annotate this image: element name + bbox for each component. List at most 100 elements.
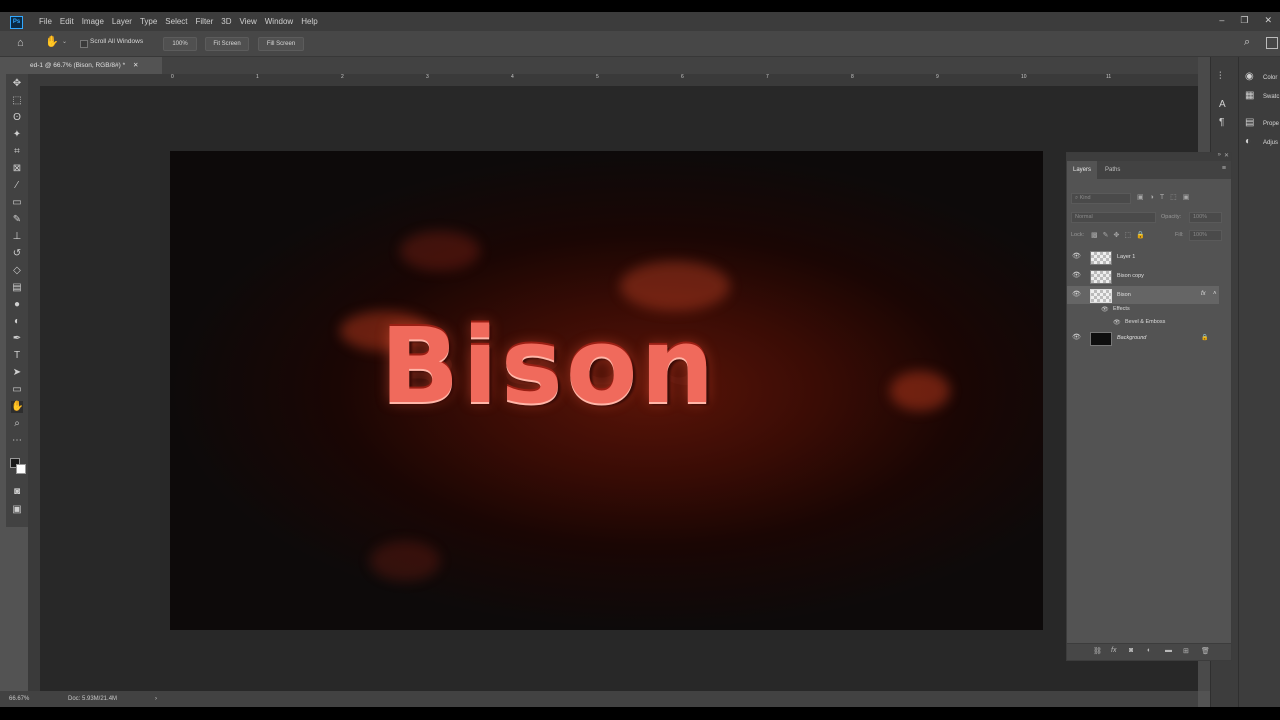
menu-view[interactable]: View (236, 15, 261, 28)
filter-icons[interactable]: ▣◑T⬚▣ (1137, 193, 1195, 201)
restore-button[interactable]: ❐ (1240, 15, 1248, 26)
properties-panel-label[interactable]: Prope (1263, 121, 1279, 127)
bevel-eye-icon[interactable]: 👁 (1113, 319, 1121, 326)
link-layers-icon[interactable]: ⛓ (1093, 647, 1102, 655)
document-canvas[interactable]: Bison Bison (170, 151, 1043, 630)
fx-badge[interactable]: fx (1201, 291, 1206, 297)
bevel-emboss-row[interactable]: 👁 Bevel & Emboss (1067, 318, 1219, 329)
quick-mask-icon[interactable]: ◙ (11, 486, 23, 498)
fit-screen-button[interactable]: Fit Screen (205, 37, 249, 51)
new-layer-icon[interactable]: ⊞ (1183, 647, 1189, 655)
magic-wand-tool-icon[interactable]: ✦ (11, 129, 23, 141)
move-tool-icon[interactable]: ✥ (11, 78, 23, 90)
visibility-eye-icon[interactable]: 👁 (1072, 291, 1081, 299)
scroll-all-windows-checkbox[interactable] (80, 40, 88, 48)
more-tools-icon[interactable]: ⋯ (11, 435, 23, 447)
panel-header[interactable]: » ✕ (1067, 152, 1231, 161)
menu-filter[interactable]: Filter (192, 15, 218, 28)
menu-layer[interactable]: Layer (108, 15, 136, 28)
brush-tool-icon[interactable]: ✎ (11, 214, 23, 226)
swatches-icon[interactable]: ▦ (1245, 90, 1254, 102)
eyedropper-tool-icon[interactable]: ⁄ (11, 180, 23, 192)
collapse-icon[interactable]: » (1218, 152, 1221, 158)
frame-tool-icon[interactable]: ⊠ (11, 163, 23, 175)
dodge-tool-icon[interactable]: ◐ (11, 316, 23, 328)
lock-icons[interactable]: ▩✎✥⬚🔒 (1091, 231, 1150, 239)
blur-tool-icon[interactable]: ● (11, 299, 23, 311)
zoom-tool-icon[interactable]: ⌕ (11, 418, 23, 430)
zoom-level[interactable]: 66.67% (9, 691, 29, 707)
layer-row-selected[interactable]: 👁 Bison fx ˄ (1067, 286, 1219, 304)
menu-file[interactable]: File (35, 15, 56, 28)
visibility-eye-icon[interactable]: 👁 (1072, 334, 1081, 342)
opacity-input[interactable]: 100% (1189, 212, 1222, 223)
menu-edit[interactable]: Edit (56, 15, 78, 28)
trash-icon[interactable]: 🗑 (1201, 647, 1210, 655)
tab-close-icon[interactable]: ✕ (133, 62, 138, 69)
effects-eye-icon[interactable]: 👁 (1101, 306, 1109, 313)
add-mask-icon[interactable]: ◙ (1129, 647, 1133, 654)
menu-help[interactable]: Help (297, 15, 321, 28)
menu-type[interactable]: Type (136, 15, 161, 28)
document-tab[interactable]: ed-1 @ 66.7% (Bison, RGB/8#) * ✕ (28, 57, 162, 74)
layer-kind-filter[interactable]: ⌕ Kind (1071, 193, 1131, 204)
layer-row[interactable]: 👁 Layer 1 (1067, 248, 1219, 266)
hand-tool-preset-icon[interactable]: ✋ (45, 35, 59, 48)
adjustments-panel-label[interactable]: Adjus (1263, 140, 1278, 146)
adjustments-icon[interactable]: ◐ (1245, 136, 1251, 148)
healing-brush-icon[interactable]: ▭ (11, 197, 23, 209)
visibility-eye-icon[interactable]: 👁 (1072, 272, 1081, 280)
zoom-100-button[interactable]: 100% (163, 37, 197, 51)
character-icon[interactable]: A (1219, 99, 1226, 111)
menu-select[interactable]: Select (161, 15, 191, 28)
search-icon[interactable]: ⌕ (1244, 36, 1250, 49)
clone-stamp-icon[interactable]: ⊥ (11, 231, 23, 243)
menu-window[interactable]: Window (261, 15, 297, 28)
chevron-up-icon[interactable]: ˄ (1213, 291, 1217, 297)
document-tab-bar: ed-1 @ 66.7% (Bison, RGB/8#) * ✕ (28, 57, 1198, 74)
layer-row[interactable]: 👁 Background 🔒 (1067, 329, 1219, 347)
visibility-eye-icon[interactable]: 👁 (1072, 253, 1081, 261)
crop-tool-icon[interactable]: ⌗ (11, 146, 23, 158)
pen-tool-icon[interactable]: ✒ (11, 333, 23, 345)
properties-icon[interactable]: ▤ (1245, 117, 1254, 129)
blend-mode-select[interactable]: Normal (1071, 212, 1156, 223)
color-panel-label[interactable]: Color (1263, 75, 1277, 81)
close-icon[interactable]: ✕ (1224, 152, 1229, 159)
panel-menu-icon[interactable]: ≡ (1222, 165, 1226, 172)
menu-3d[interactable]: 3D (217, 15, 235, 28)
layer-row[interactable]: 👁 Bison copy (1067, 267, 1219, 285)
gradient-tool-icon[interactable]: ▤ (11, 282, 23, 294)
effects-row[interactable]: 👁 Effects (1067, 305, 1219, 316)
fill-input[interactable]: 100% (1189, 230, 1222, 241)
screen-mode-icon[interactable]: ▣ (11, 504, 23, 516)
add-style-icon[interactable]: fx (1111, 647, 1116, 654)
minimize-button[interactable]: – (1219, 15, 1224, 26)
chevron-right-icon[interactable]: › (155, 691, 157, 707)
color-icon[interactable]: ◉ (1245, 71, 1254, 83)
home-icon[interactable]: ⌂ (17, 37, 24, 49)
type-tool-icon[interactable]: T (11, 350, 23, 362)
lasso-tool-icon[interactable]: ʘ (11, 112, 23, 124)
marquee-tool-icon[interactable]: ⬚ (11, 95, 23, 107)
history-icon[interactable]: ⫶ (1219, 71, 1222, 83)
background-color-swatch[interactable] (16, 464, 26, 474)
swatches-panel-label[interactable]: Swatc (1263, 94, 1279, 100)
rectangle-tool-icon[interactable]: ▭ (11, 384, 23, 396)
bison-title-text[interactable]: Bison (380, 311, 717, 421)
workspace[interactable]: Bison Bison (40, 86, 1198, 691)
path-selection-icon[interactable]: ➤ (11, 367, 23, 379)
tab-paths[interactable]: Paths (1099, 161, 1126, 179)
history-brush-icon[interactable]: ↺ (11, 248, 23, 260)
chevron-down-icon[interactable]: ⌄ (62, 38, 67, 45)
paragraph-icon[interactable]: ¶ (1219, 117, 1224, 129)
hand-tool-icon[interactable]: ✋ (11, 401, 23, 413)
fill-screen-button[interactable]: Fill Screen (258, 37, 304, 51)
adjustment-layer-icon[interactable]: ◐ (1147, 647, 1151, 654)
workspace-icon[interactable] (1266, 37, 1278, 49)
close-button[interactable]: ✕ (1264, 15, 1272, 26)
tab-layers[interactable]: Layers (1067, 161, 1098, 179)
eraser-tool-icon[interactable]: ◇ (11, 265, 23, 277)
new-group-icon[interactable]: ▬ (1165, 647, 1172, 654)
menu-image[interactable]: Image (78, 15, 108, 28)
